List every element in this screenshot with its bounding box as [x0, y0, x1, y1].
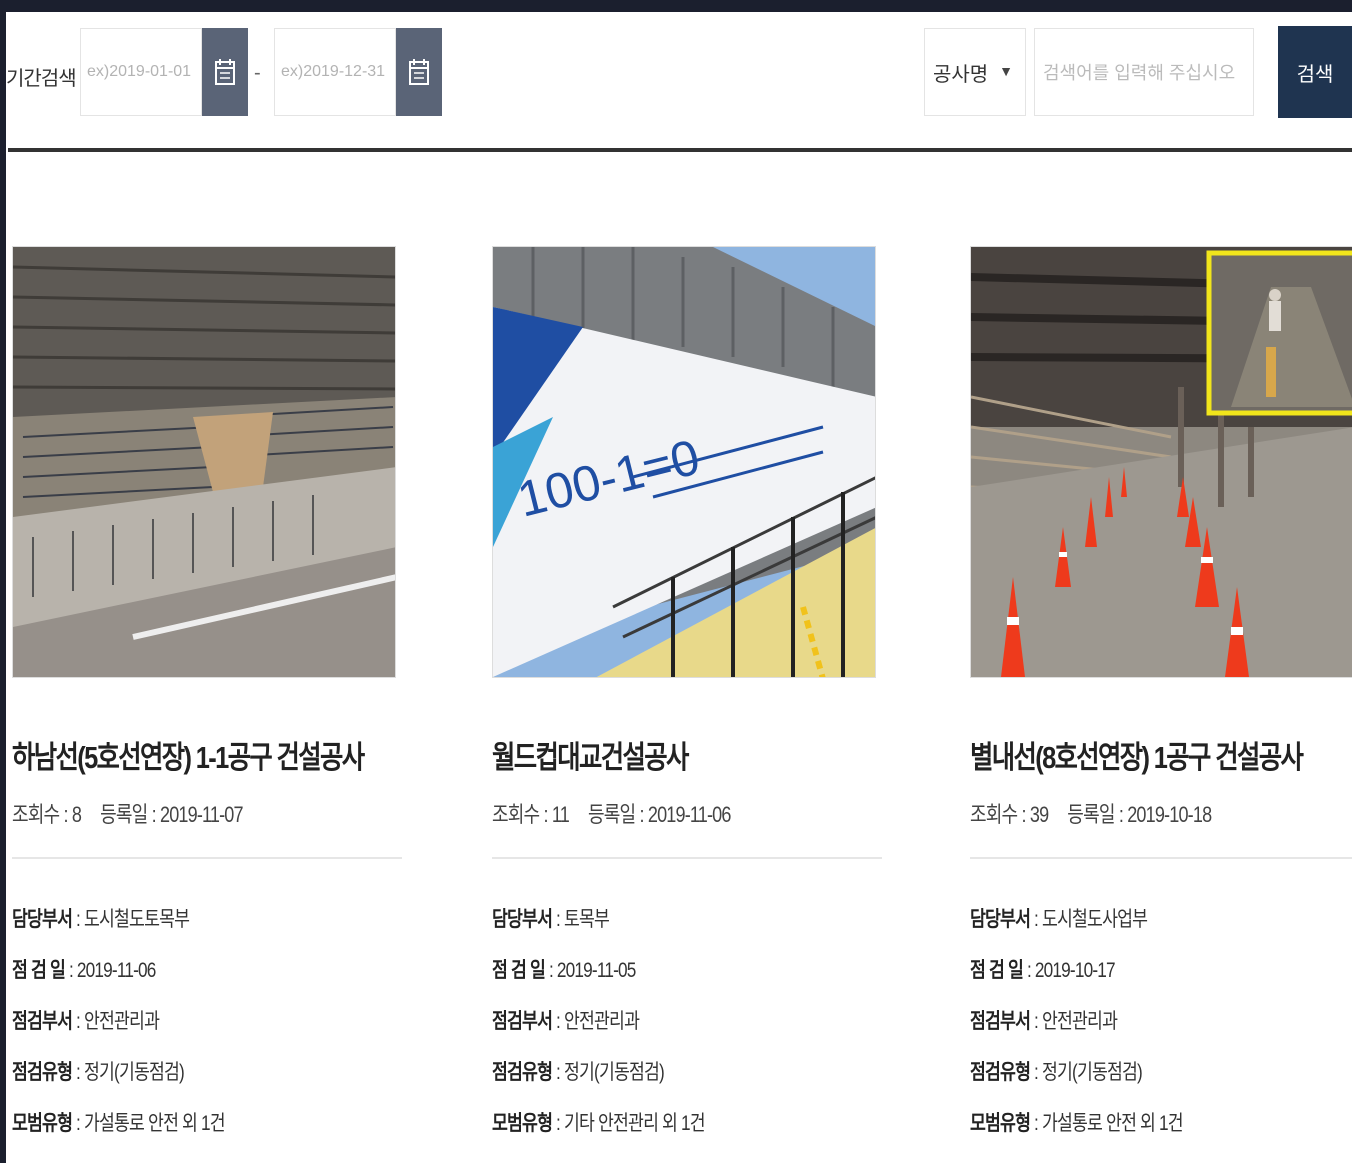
- card-thumbnail-tunnel-site[interactable]: [970, 246, 1352, 678]
- keyword-placeholder: 검색어를 입력해 주십시오: [1043, 63, 1236, 83]
- view-count: 조회수 : 11: [492, 802, 570, 827]
- keyword-input[interactable]: 검색어를 입력해 주십시오: [1034, 28, 1254, 116]
- detail-example-type: 모범유형 : 기타 안전관리 외 1건: [492, 1112, 706, 1135]
- card-thumbnail-banner-site[interactable]: 100-1=0: [492, 246, 876, 678]
- chevron-down-icon: ▼: [999, 63, 1013, 79]
- card-divider: [492, 857, 882, 859]
- card-details: 담당부서 : 도시철도토목부 점 검 일 : 2019-11-06 점검부서 :…: [12, 903, 408, 1158]
- inspection-card[interactable]: 별내선(8호선연장) 1공구 건설공사 조회수 : 39 등록일 : 2019-…: [970, 246, 1352, 1158]
- card-title[interactable]: 월드컵대교건설공사: [492, 732, 817, 777]
- detail-inspection-date: 점 검 일 : 2019-11-05: [492, 959, 636, 982]
- card-meta: 조회수 : 8 등록일 : 2019-11-07: [12, 797, 337, 829]
- period-search-label: 기간검색: [6, 68, 77, 90]
- construction-photo: [971, 247, 1352, 677]
- detail-inspection-date: 점 검 일 : 2019-10-17: [970, 959, 1116, 982]
- start-date-calendar-button[interactable]: [202, 28, 248, 116]
- card-title[interactable]: 하남선(5호선연장) 1-1공구 건설공사: [12, 732, 365, 777]
- start-date-placeholder: ex)2019-01-01: [87, 63, 192, 80]
- card-details: 담당부서 : 도시철도사업부 점 검 일 : 2019-10-17 점검부서 :…: [970, 903, 1352, 1158]
- construction-photo: [13, 247, 395, 677]
- card-details: 담당부서 : 토목부 점 검 일 : 2019-11-05 점검부서 : 안전관…: [492, 903, 888, 1158]
- card-thumbnail-rebar-site[interactable]: [12, 246, 396, 678]
- date-range-separator: -: [254, 62, 261, 84]
- search-button[interactable]: 검색: [1278, 26, 1352, 118]
- view-count: 조회수 : 39: [970, 802, 1049, 827]
- end-date-placeholder: ex)2019-12-31: [281, 63, 386, 80]
- registered-date: 등록일 : 2019-11-07: [100, 802, 243, 827]
- detail-inspection-type: 점검유형 : 정기(기동점검): [12, 1061, 185, 1084]
- detail-inspection-type: 점검유형 : 정기(기동점검): [970, 1061, 1143, 1084]
- card-divider: [12, 857, 402, 859]
- window-left-border: [0, 0, 6, 1163]
- inspection-card[interactable]: 100-1=0 월드컵대교건설공사 조회수 : 11 등록일 : 2019-11…: [492, 246, 888, 1158]
- inspection-card[interactable]: 하남선(5호선연장) 1-1공구 건설공사 조회수 : 8 등록일 : 2019…: [12, 246, 408, 1158]
- search-divider: [8, 148, 1352, 152]
- card-title[interactable]: 별내선(8호선연장) 1공구 건설공사: [970, 732, 1304, 777]
- end-date-input[interactable]: ex)2019-12-31: [274, 28, 396, 116]
- detail-department: 담당부서 : 토목부: [492, 908, 610, 931]
- detail-inspection-dept: 점검부서 : 안전관리과: [492, 1010, 640, 1033]
- detail-inspection-type: 점검유형 : 정기(기동점검): [492, 1061, 665, 1084]
- calendar-icon: [409, 59, 429, 85]
- view-count: 조회수 : 8: [12, 802, 82, 827]
- registered-date: 등록일 : 2019-11-06: [587, 802, 731, 827]
- end-date-calendar-button[interactable]: [396, 28, 442, 116]
- detail-department: 담당부서 : 도시철도사업부: [970, 908, 1148, 931]
- search-field-select[interactable]: 공사명 ▼: [924, 28, 1026, 116]
- card-meta: 조회수 : 39 등록일 : 2019-10-18: [970, 797, 1283, 829]
- card-meta: 조회수 : 11 등록일 : 2019-11-06: [492, 797, 817, 829]
- detail-inspection-dept: 점검부서 : 안전관리과: [12, 1010, 160, 1033]
- window-top-border: [0, 0, 1352, 12]
- detail-example-type: 모범유형 : 가설통로 안전 외 1건: [970, 1112, 1184, 1135]
- registered-date: 등록일 : 2019-10-18: [1067, 802, 1212, 827]
- detail-department: 담당부서 : 도시철도토목부: [12, 908, 190, 931]
- detail-inspection-dept: 점검부서 : 안전관리과: [970, 1010, 1118, 1033]
- card-divider: [970, 857, 1352, 859]
- calendar-icon: [215, 59, 235, 85]
- search-field-value: 공사명: [933, 63, 989, 86]
- construction-photo: 100-1=0: [493, 247, 875, 677]
- detail-example-type: 모범유형 : 가설통로 안전 외 1건: [12, 1112, 226, 1135]
- detail-inspection-date: 점 검 일 : 2019-11-06: [12, 959, 156, 982]
- start-date-input[interactable]: ex)2019-01-01: [80, 28, 202, 116]
